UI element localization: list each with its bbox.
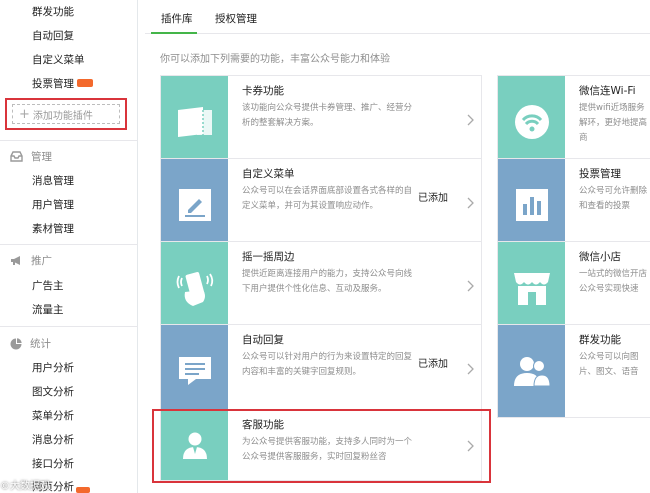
sidebar-divider [0, 244, 138, 245]
ticket-icon [177, 107, 212, 137]
card-title: 摇一摇周边 [242, 251, 295, 263]
card-icon-box [498, 76, 565, 168]
card-icon-box [498, 159, 565, 251]
card-description: 提供wifi近场服务解环，更好地提高商 [579, 103, 647, 143]
message-icon [178, 357, 211, 385]
card-description: 公众号可以向图片、图文、语音 [579, 352, 639, 377]
sidebar-item-auto-reply[interactable]: 自动回复 [32, 28, 74, 43]
megaphone-icon [11, 256, 20, 265]
sidebar-section-promote: 推广 [10, 253, 52, 268]
sidebar-item-publisher[interactable]: 流量主 [32, 302, 64, 317]
store-icon [513, 273, 550, 305]
plugin-card-wifi[interactable]: 微信连Wi-Fi 提供wifi近场服务解环，更好地提高商 [497, 75, 650, 169]
card-description: 公众号可允许删除和查看的投票 [579, 186, 647, 211]
card-title: 群发功能 [579, 334, 621, 346]
plugin-card-mass-send[interactable]: 群发功能 公众号可以向图片、图文、语音 [497, 324, 650, 418]
plugin-card-store[interactable]: 微信小店 一站式的微信开店公众号实现快速 [497, 241, 650, 335]
chevron-right-icon [467, 280, 474, 292]
inbox-icon [10, 151, 23, 162]
added-status: 已添加 [418, 193, 448, 204]
users-icon [513, 357, 551, 387]
watermark: ©大数据观 [0, 481, 50, 492]
plugin-card-shake[interactable]: 摇一摇周边 提供近距离连接用户的能力，支持公众号向线下用户提供个性化信息、互动及… [160, 241, 482, 335]
active-tab-indicator [151, 32, 197, 34]
card-icon-box [161, 325, 228, 417]
new-badge [77, 79, 93, 87]
customer-service-highlight [152, 409, 491, 483]
new-badge [76, 487, 90, 493]
add-plugin-button[interactable]: + 添加功能插件 [12, 104, 120, 124]
card-title: 微信连Wi-Fi [579, 85, 636, 97]
chevron-right-icon [467, 114, 474, 126]
card-title: 自定义菜单 [242, 168, 295, 180]
plugin-card-vote[interactable]: 投票管理 公众号可允许删除和查看的投票 [497, 158, 650, 252]
sidebar-item-api-analysis[interactable]: 接口分析 [32, 456, 74, 471]
sidebar-item-users[interactable]: 用户管理 [32, 197, 74, 212]
chevron-right-icon [467, 363, 474, 375]
sidebar-item-message-analysis[interactable]: 消息分析 [32, 432, 74, 447]
sidebar-item-advertiser[interactable]: 广告主 [32, 278, 64, 293]
sidebar: 群发功能 自动回复 自定义菜单 投票管理 + 添加功能插件 管理 消息管理 用户… [0, 0, 138, 493]
added-status: 已添加 [418, 359, 448, 370]
edit-icon [178, 189, 211, 221]
plugin-card-coupons[interactable]: 卡券功能 该功能向公众号提供卡券管理、推广、经营分析的整套解决方案。 [160, 75, 482, 169]
card-icon-box [498, 242, 565, 334]
card-icon-box [161, 76, 228, 168]
intro-text: 你可以添加下列需要的功能，丰富公众号能力和体验 [160, 54, 390, 65]
card-description: 公众号可以针对用户的行为来设置特定的回复内容和丰富的关键字回复规则。 [242, 352, 413, 377]
sidebar-item-materials[interactable]: 素材管理 [32, 221, 74, 236]
sidebar-item-messages[interactable]: 消息管理 [32, 173, 74, 188]
sidebar-section-manage: 管理 [10, 149, 52, 164]
card-description: 一站式的微信开店公众号实现快速 [579, 269, 647, 294]
card-description: 该功能向公众号提供卡券管理、推广、经营分析的整套解决方案。 [242, 103, 413, 128]
tab-authorization[interactable]: 授权管理 [215, 11, 257, 26]
chevron-right-icon [467, 197, 474, 209]
plus-icon: + [19, 106, 30, 122]
shake-phone-icon [176, 272, 213, 306]
card-title: 自动回复 [242, 334, 284, 346]
card-icon-box [498, 325, 565, 417]
plugin-card-auto-reply[interactable]: 自动回复 公众号可以针对用户的行为来设置特定的回复内容和丰富的关键字回复规则。 … [160, 324, 482, 418]
card-title: 投票管理 [579, 168, 621, 180]
card-icon-box [161, 242, 228, 334]
card-title: 微信小店 [579, 251, 621, 263]
plugin-card-custom-menu[interactable]: 自定义菜单 公众号可以在会话界面底部设置各式各样的自定义菜单，并可为其设置响应动… [160, 158, 482, 252]
sidebar-item-user-analysis[interactable]: 用户分析 [32, 360, 74, 375]
tab-plugin-library[interactable]: 插件库 [161, 11, 193, 26]
card-icon-box [161, 159, 228, 251]
sidebar-section-stats: 统计 [10, 336, 51, 351]
add-plugin-highlight: + 添加功能插件 [5, 98, 127, 130]
wifi-icon [514, 105, 549, 139]
card-title: 卡券功能 [242, 85, 284, 97]
card-description: 公众号可以在会话界面底部设置各式各样的自定义菜单，并可为其设置响应动作。 [242, 186, 413, 211]
sidebar-divider [0, 326, 138, 327]
bar-chart-icon [515, 189, 548, 221]
sidebar-item-vote[interactable]: 投票管理 [32, 76, 93, 91]
tab-bar: 插件库 授权管理 [145, 0, 650, 34]
sidebar-item-menu-analysis[interactable]: 菜单分析 [32, 408, 74, 423]
sidebar-item-article-analysis[interactable]: 图文分析 [32, 384, 74, 399]
pie-chart-icon [10, 337, 22, 349]
sidebar-divider [0, 140, 138, 141]
sidebar-item-custom-menu[interactable]: 自定义菜单 [32, 52, 85, 67]
card-description: 提供近距离连接用户的能力，支持公众号向线下用户提供个性化信息、互动及服务。 [242, 269, 413, 294]
sidebar-item-mass-send[interactable]: 群发功能 [32, 4, 74, 19]
